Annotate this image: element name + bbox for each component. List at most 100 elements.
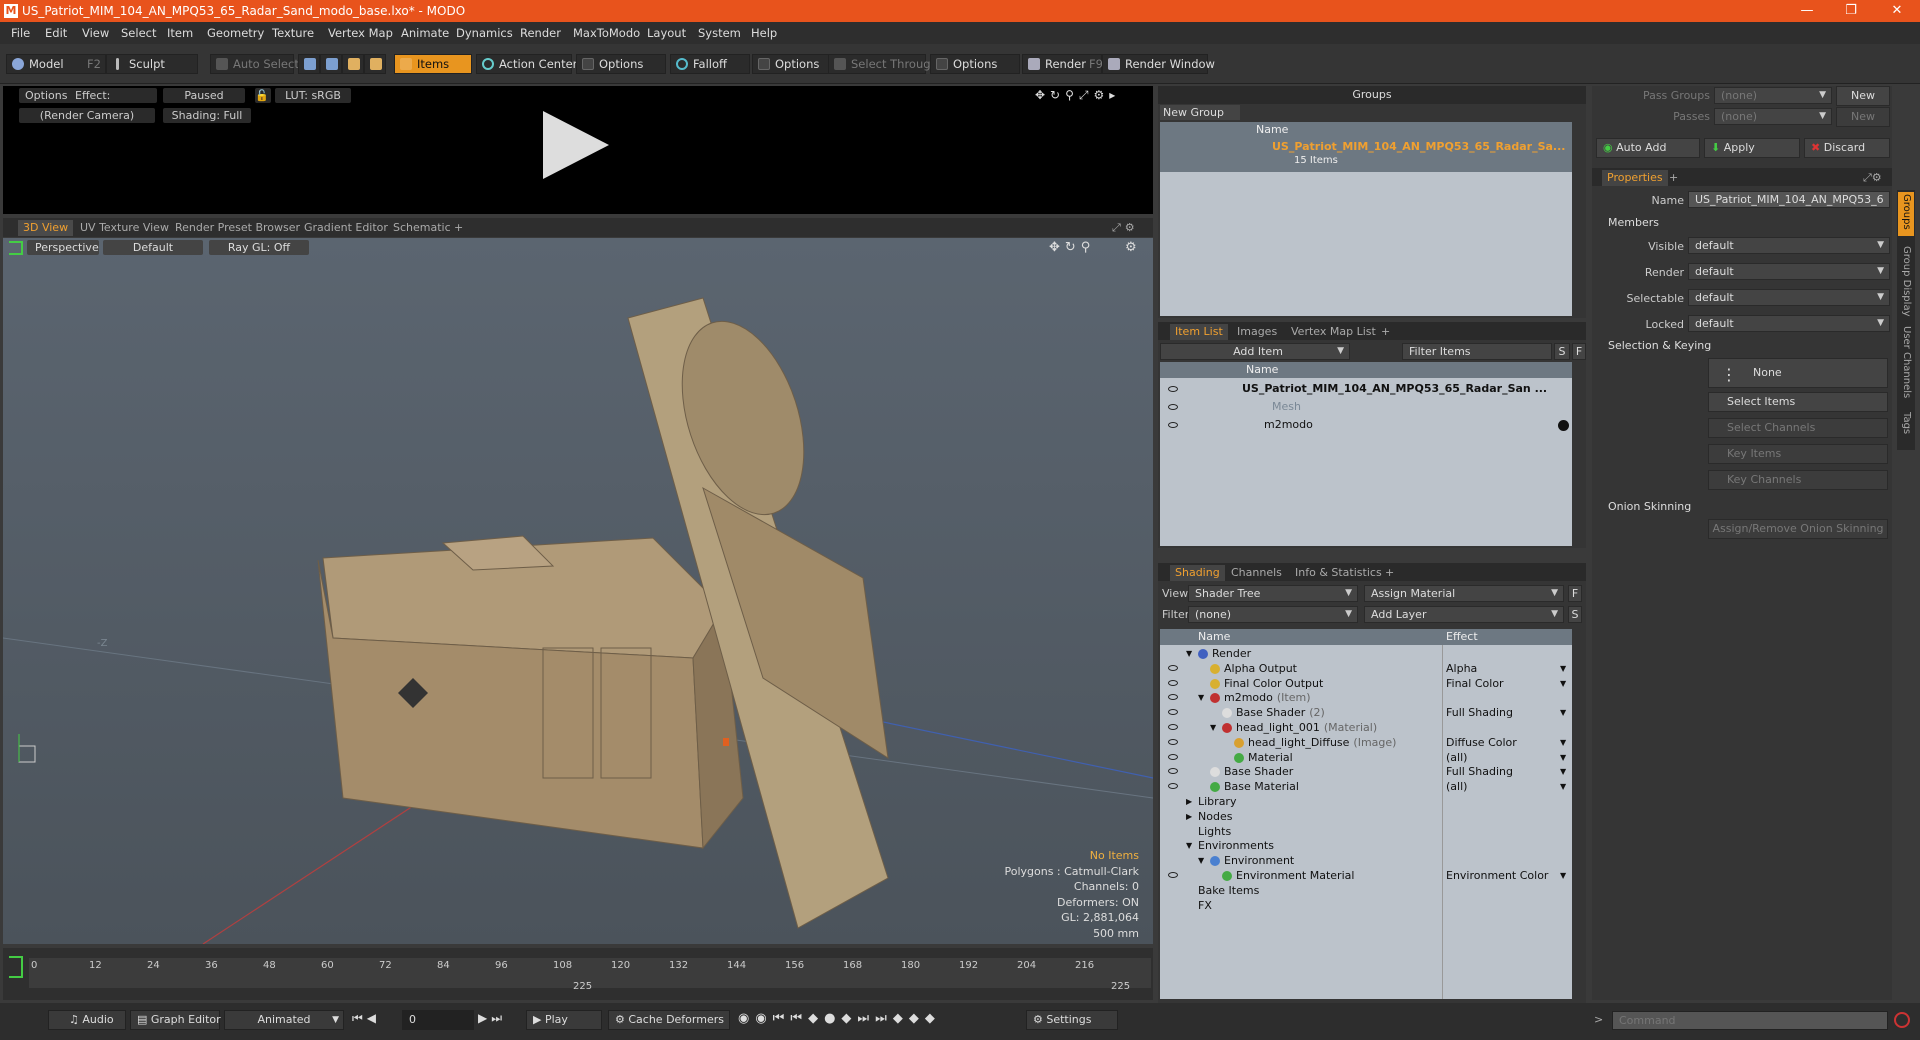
tab-info-statistics[interactable]: Info & Statistics [1290,565,1387,581]
onion-skinning-section[interactable]: Onion Skinning [1608,500,1691,513]
tab-properties[interactable]: Properties [1602,170,1668,186]
menu-edit[interactable]: Edit [45,26,67,40]
select-items-button[interactable]: Select Items [1708,392,1888,412]
render-button[interactable]: Render F9 [1022,54,1103,74]
close-button[interactable]: ✕ [1874,0,1920,22]
side-tab-tags[interactable]: Tags [1901,412,1912,434]
model-mode-button[interactable]: Model F2 [6,54,106,74]
eye-icon[interactable] [1168,709,1178,716]
record-macro-icon[interactable] [1894,1012,1910,1028]
groups-tree[interactable]: Name US_Patriot_MIM_104_AN_MPQ53_65_Rada… [1160,122,1572,316]
falloff-options-button[interactable]: Options [752,54,832,74]
menu-system[interactable]: System [698,26,741,40]
tab-3d-view[interactable]: 3D View [18,220,74,236]
polygons-mode-button[interactable] [342,54,364,74]
shader-tree[interactable]: Name Effect ▼ Render Alpha Output Alpha ▼ Fin… [1160,629,1572,999]
assign-material-dropdown[interactable]: Assign Material ▼ [1364,585,1564,602]
shader-tree-row[interactable]: FX [1160,897,1572,915]
menu-dynamics[interactable]: Dynamics [456,26,513,40]
add-layer-dropdown[interactable]: Add Layer ▼ [1364,606,1564,623]
item-row[interactable]: Mesh [1160,398,1572,416]
eye-icon[interactable] [1168,404,1178,410]
tab-item-list[interactable]: Item List [1170,324,1228,340]
menu-layout[interactable]: Layout [647,26,686,40]
menu-texture[interactable]: Texture [272,26,314,40]
eye-icon[interactable] [1168,872,1178,878]
play-button[interactable]: ▶ Play [526,1010,602,1030]
falloff-button[interactable]: Falloff [670,54,750,74]
action-center-button[interactable]: Action Center [476,54,577,74]
action-center-options-button[interactable]: Options [576,54,666,74]
eye-icon[interactable] [1168,664,1178,671]
select-through-options-button[interactable]: Options [930,54,1020,74]
tab-uv-texture-view[interactable]: UV Texture View [75,220,174,236]
3d-viewport[interactable]: Perspective Default Ray GL: Off ✥↻⚲ ⚙ -Z… [3,238,1153,944]
auto-select-button[interactable]: Auto Select [210,54,299,74]
audio-button[interactable]: ♫ Audio [48,1010,126,1030]
menu-view[interactable]: View [82,26,109,40]
viewport-gear-icon[interactable]: ⚙ [1125,240,1137,255]
timeline[interactable]: 0 12 24 36 48 60 72 84 96 108 120 132 144 156 168 180 19… [3,948,1153,1000]
close-icon[interactable] [1558,420,1569,431]
sculpt-mode-button[interactable]: Sculpt [106,54,198,74]
preview-camera[interactable]: (Render Camera) [19,108,155,123]
menu-render[interactable]: Render [520,26,561,40]
eye-icon[interactable] [1168,724,1178,730]
perspective-dropdown[interactable]: Perspective [27,240,99,255]
filter-s-button[interactable]: S [1554,343,1570,360]
auto-add-button[interactable]: ◉ Auto Add [1596,138,1700,158]
eye-icon[interactable] [1168,768,1178,775]
eye-icon[interactable] [1168,783,1178,790]
lock-icon[interactable]: 🔓 [255,88,271,103]
add-item-dropdown[interactable]: Add Item ▼ [1160,343,1350,360]
preview-paused[interactable]: Paused [163,88,245,103]
preview-options[interactable]: Options [19,88,74,103]
minimize-button[interactable]: — [1784,0,1830,22]
tab-schematic[interactable]: Schematic [388,220,456,236]
select-through-button[interactable]: Select Through [828,54,938,74]
view-dropdown[interactable]: Shader Tree ▼ [1188,585,1358,602]
new-pass-group-button[interactable]: New [1836,86,1890,106]
pass-groups-dropdown[interactable]: (none) ▼ [1714,87,1832,104]
passes-dropdown[interactable]: (none) ▼ [1714,108,1832,125]
discard-button[interactable]: ✖ Discard [1804,138,1890,158]
shading-style-dropdown[interactable]: Default [103,240,203,255]
eye-icon[interactable] [1168,694,1178,701]
transport-prev-icons[interactable]: ⏮◀ [352,1011,380,1026]
item-row[interactable]: US_Patriot_MIM_104_AN_MPQ53_65_Radar_San… [1160,380,1572,398]
eye-icon[interactable] [1168,679,1178,686]
add-tab-button[interactable]: + [1376,324,1395,340]
menu-help[interactable]: Help [751,26,777,40]
locked-dropdown[interactable]: default ▼ [1688,315,1890,332]
materials-mode-button[interactable] [364,54,386,74]
add-tab-button[interactable]: + [1664,170,1683,186]
add-tab-button[interactable]: + [449,220,468,236]
menu-select[interactable]: Select [121,26,156,40]
key-items-button[interactable]: Key Items [1708,444,1888,464]
key-channels-button[interactable]: Key Channels [1708,470,1888,490]
viewport-nav-icons[interactable]: ✥↻⚲ [1049,240,1095,255]
eye-icon[interactable] [1168,738,1178,745]
eye-icon[interactable] [1168,422,1178,428]
raygl-dropdown[interactable]: Ray GL: Off [209,240,309,255]
assign-onion-button[interactable]: Assign/Remove Onion Skinning [1708,519,1888,539]
frame-input[interactable]: 0 [402,1010,474,1030]
filter-items-input[interactable]: Filter Items [1402,343,1552,360]
tab-images[interactable]: Images [1232,324,1282,340]
eye-icon[interactable] [1168,386,1178,392]
tab-channels[interactable]: Channels [1226,565,1287,581]
new-group-button[interactable]: New Group [1160,105,1240,120]
tab-render-preset-browser[interactable]: Render Preset Browser [170,220,305,236]
filter-f-button[interactable]: F [1572,343,1586,360]
side-tab-group-display[interactable]: Group Display [1901,246,1912,316]
render-dropdown[interactable]: default ▼ [1688,263,1890,280]
render-window-button[interactable]: Render Window [1102,54,1215,74]
selectable-dropdown[interactable]: default ▼ [1688,289,1890,306]
cache-deformers-button[interactable]: ⚙ Cache Deformers [608,1010,730,1030]
tab-shading[interactable]: Shading [1170,565,1225,581]
apply-button[interactable]: ⬇ Apply [1704,138,1800,158]
preview-nav-icons[interactable]: ✥↻⚲⤢⚙▸ [1035,88,1120,103]
menu-file[interactable]: File [11,26,30,40]
group-row-selected[interactable]: US_Patriot_MIM_104_AN_MPQ53_65_Radar_Sa.… [1160,138,1572,172]
visible-dropdown[interactable]: default ▼ [1688,237,1890,254]
